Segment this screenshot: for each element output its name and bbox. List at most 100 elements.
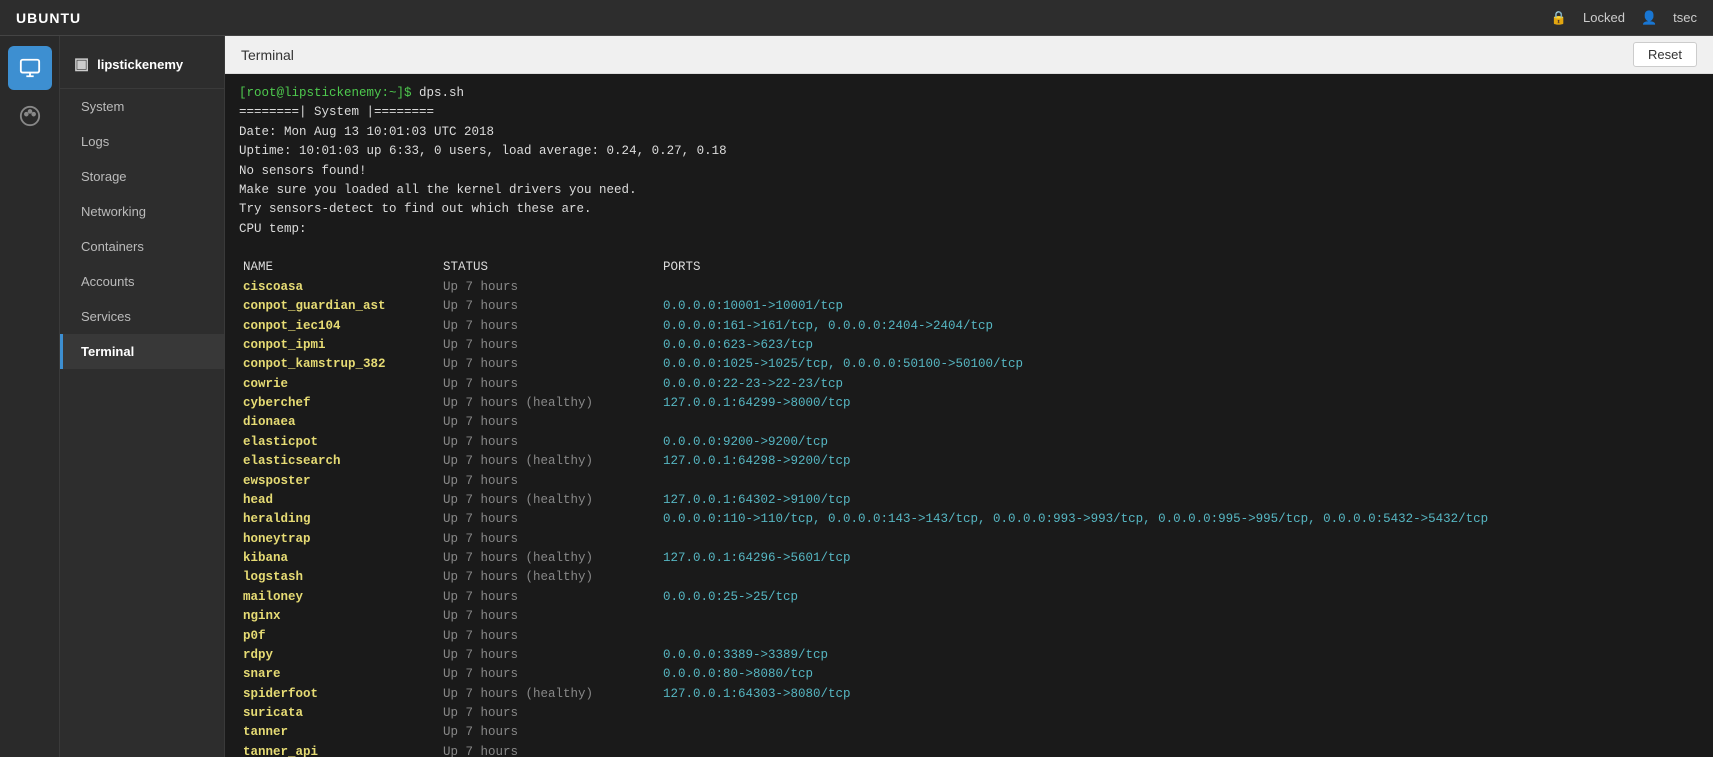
cpu-temp: CPU temp: <box>239 220 1699 239</box>
user-label: tsec <box>1673 10 1697 25</box>
row-ports: 0.0.0.0:110->110/tcp, 0.0.0.0:143->143/t… <box>659 510 1699 529</box>
row-name: conpot_guardian_ast <box>239 297 439 316</box>
row-status: Up 7 hours <box>439 355 659 374</box>
sidebar-item-containers[interactable]: Containers <box>60 229 224 264</box>
row-ports <box>659 704 1699 723</box>
row-status: Up 7 hours (healthy) <box>439 568 659 587</box>
row-ports <box>659 278 1699 297</box>
app-title: UBUNTU <box>16 10 81 26</box>
topbar: UBUNTU 🔒 Locked 👤 tsec <box>0 0 1713 36</box>
row-ports: 0.0.0.0:25->25/tcp <box>659 588 1699 607</box>
row-status: Up 7 hours <box>439 336 659 355</box>
row-ports: 0.0.0.0:1025->1025/tcp, 0.0.0.0:50100->5… <box>659 355 1699 374</box>
table-row: p0fUp 7 hours <box>239 627 1699 646</box>
topbar-right: 🔒 Locked 👤 tsec <box>1551 10 1697 26</box>
table-row: elasticpotUp 7 hours0.0.0.0:9200->9200/t… <box>239 433 1699 452</box>
row-status: Up 7 hours (healthy) <box>439 685 659 704</box>
row-name: nginx <box>239 607 439 626</box>
row-status: Up 7 hours <box>439 433 659 452</box>
row-name: spiderfoot <box>239 685 439 704</box>
row-status: Up 7 hours <box>439 723 659 742</box>
sidebar-item-system[interactable]: System <box>60 89 224 124</box>
sidebar-item-storage[interactable]: Storage <box>60 159 224 194</box>
table-row: suricataUp 7 hours <box>239 704 1699 723</box>
sidebar-hostname: ▣ lipstickenemy <box>60 44 224 89</box>
icon-sidebar <box>0 36 60 757</box>
row-status: Up 7 hours <box>439 413 659 432</box>
table-row: conpot_iec104Up 7 hours0.0.0.0:161->161/… <box>239 317 1699 336</box>
row-ports: 127.0.0.1:64296->5601/tcp <box>659 549 1699 568</box>
row-name: kibana <box>239 549 439 568</box>
sidebar-item-terminal[interactable]: Terminal <box>60 334 224 369</box>
row-status: Up 7 hours (healthy) <box>439 394 659 413</box>
table-row: heraldingUp 7 hours0.0.0.0:110->110/tcp,… <box>239 510 1699 529</box>
row-ports <box>659 743 1699 757</box>
row-name: tanner <box>239 723 439 742</box>
row-name: tanner_api <box>239 743 439 757</box>
row-name: conpot_iec104 <box>239 317 439 336</box>
row-name: honeytrap <box>239 530 439 549</box>
terminal-header: Terminal Reset <box>225 36 1713 74</box>
row-name: p0f <box>239 627 439 646</box>
row-ports <box>659 472 1699 491</box>
row-ports: 127.0.0.1:64302->9100/tcp <box>659 491 1699 510</box>
table-row: conpot_ipmiUp 7 hours0.0.0.0:623->623/tc… <box>239 336 1699 355</box>
uptime-line: Uptime: 10:01:03 up 6:33, 0 users, load … <box>239 142 1699 161</box>
row-ports: 0.0.0.0:161->161/tcp, 0.0.0.0:2404->2404… <box>659 317 1699 336</box>
row-name: cyberchef <box>239 394 439 413</box>
table-row: snareUp 7 hours0.0.0.0:80->8080/tcp <box>239 665 1699 684</box>
reset-button[interactable]: Reset <box>1633 42 1697 67</box>
row-name: heralding <box>239 510 439 529</box>
host-icon: ▣ <box>74 54 89 74</box>
lock-icon: 🔒 <box>1551 10 1567 26</box>
row-name: ewsposter <box>239 472 439 491</box>
nav-icon-terminal[interactable] <box>8 46 52 90</box>
row-status: Up 7 hours <box>439 665 659 684</box>
row-ports <box>659 530 1699 549</box>
row-status: Up 7 hours (healthy) <box>439 452 659 471</box>
table-row: rdpyUp 7 hours0.0.0.0:3389->3389/tcp <box>239 646 1699 665</box>
row-ports: 127.0.0.1:64299->8000/tcp <box>659 394 1699 413</box>
row-name: mailoney <box>239 588 439 607</box>
sidebar-item-networking[interactable]: Networking <box>60 194 224 229</box>
hostname-label: lipstickenemy <box>97 57 183 72</box>
row-status: Up 7 hours <box>439 704 659 723</box>
row-name: elasticsearch <box>239 452 439 471</box>
row-status: Up 7 hours <box>439 297 659 316</box>
sidebar-item-accounts[interactable]: Accounts <box>60 264 224 299</box>
row-name: ciscoasa <box>239 278 439 297</box>
terminal-body[interactable]: [root@lipstickenemy:~]$ dps.sh ========|… <box>225 74 1713 757</box>
row-name: logstash <box>239 568 439 587</box>
command-line: [root@lipstickenemy:~]$ dps.sh <box>239 84 1699 103</box>
row-ports: 0.0.0.0:22-23->22-23/tcp <box>659 375 1699 394</box>
row-status: Up 7 hours <box>439 646 659 665</box>
row-ports <box>659 607 1699 626</box>
sidebar-item-logs[interactable]: Logs <box>60 124 224 159</box>
row-ports: 127.0.0.1:64303->8080/tcp <box>659 685 1699 704</box>
table-row: tanner_apiUp 7 hours <box>239 743 1699 757</box>
services-table: NAME STATUS PORTS ciscoasaUp 7 hoursconp… <box>239 258 1699 757</box>
table-row: conpot_guardian_astUp 7 hours0.0.0.0:100… <box>239 297 1699 316</box>
table-row: kibanaUp 7 hours (healthy)127.0.0.1:6429… <box>239 549 1699 568</box>
user-icon: 👤 <box>1641 10 1657 26</box>
table-header-row: NAME STATUS PORTS <box>239 258 1699 277</box>
row-ports: 0.0.0.0:10001->10001/tcp <box>659 297 1699 316</box>
col-header-status: STATUS <box>439 258 659 277</box>
table-row: elasticsearchUp 7 hours (healthy)127.0.0… <box>239 452 1699 471</box>
table-row: spiderfootUp 7 hours (healthy)127.0.0.1:… <box>239 685 1699 704</box>
terminal-title: Terminal <box>241 47 294 63</box>
row-ports <box>659 568 1699 587</box>
row-ports: 0.0.0.0:623->623/tcp <box>659 336 1699 355</box>
row-status: Up 7 hours <box>439 510 659 529</box>
nav-icon-palette[interactable] <box>8 94 52 138</box>
table-row: tannerUp 7 hours <box>239 723 1699 742</box>
row-name: elasticpot <box>239 433 439 452</box>
row-status: Up 7 hours <box>439 588 659 607</box>
date-line: Date: Mon Aug 13 10:01:03 UTC 2018 <box>239 123 1699 142</box>
row-ports: 0.0.0.0:3389->3389/tcp <box>659 646 1699 665</box>
table-row: ewsposterUp 7 hours <box>239 472 1699 491</box>
sensor2: Make sure you loaded all the kernel driv… <box>239 181 1699 200</box>
row-status: Up 7 hours <box>439 375 659 394</box>
row-name: suricata <box>239 704 439 723</box>
sidebar-item-services[interactable]: Services <box>60 299 224 334</box>
